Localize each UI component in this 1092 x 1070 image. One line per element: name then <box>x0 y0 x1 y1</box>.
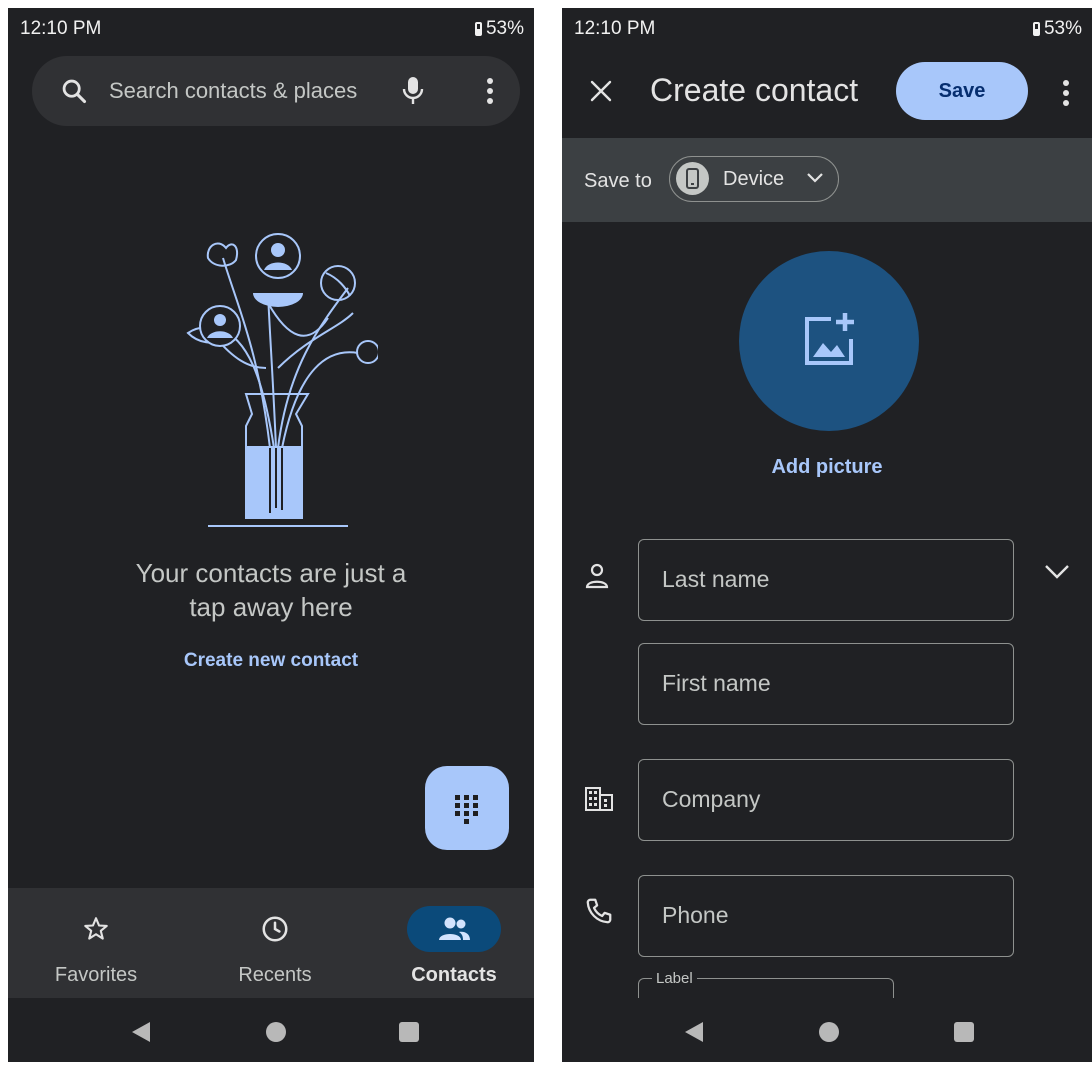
add-picture-label[interactable]: Add picture <box>562 456 1092 479</box>
more-vert-icon[interactable] <box>486 78 494 104</box>
more-vert-icon[interactable] <box>1062 80 1070 106</box>
search-bar[interactable]: Search contacts & places <box>32 56 520 126</box>
people-icon <box>439 917 470 940</box>
company-field[interactable]: Company <box>638 759 1014 841</box>
business-icon <box>585 787 613 811</box>
favorites-icon-container <box>49 906 143 952</box>
account-name: Device <box>723 168 785 190</box>
nav-label-favorites: Favorites <box>54 964 138 986</box>
search-icon[interactable] <box>60 77 88 105</box>
save-button[interactable]: Save <box>896 62 1028 120</box>
battery-percent: 53% <box>1043 18 1082 39</box>
battery-indicator: 53% <box>474 18 524 40</box>
account-selector[interactable]: Device <box>669 156 839 202</box>
battery-percent: 53% <box>485 18 524 39</box>
chevron-down-icon <box>807 173 823 183</box>
system-navigation <box>562 998 1092 1062</box>
save-to-bar: Save to Device <box>562 138 1092 222</box>
create-contact-screen: 12:10 PM 53% Create contact Save Save to… <box>562 8 1092 1062</box>
save-to-label: Save to <box>584 170 652 192</box>
person-icon <box>585 563 609 589</box>
recents-icon-container <box>228 906 322 952</box>
phone-field[interactable]: Phone <box>638 875 1014 957</box>
nav-contacts[interactable]: Contacts <box>369 888 534 998</box>
status-time: 12:10 PM <box>574 18 656 39</box>
first-name-field[interactable]: First name <box>638 643 1014 725</box>
system-navigation <box>8 998 534 1062</box>
nav-recents[interactable]: Recents <box>190 888 360 998</box>
chevron-down-icon[interactable] <box>1044 564 1070 580</box>
dialpad-fab[interactable] <box>425 766 509 850</box>
add-photo-button[interactable] <box>739 251 919 431</box>
battery-icon <box>1032 22 1040 36</box>
back-icon[interactable] <box>683 1020 705 1044</box>
empty-state-illustration <box>186 233 378 527</box>
mic-icon[interactable] <box>402 76 424 106</box>
star-icon <box>84 917 108 940</box>
contacts-icon-container <box>407 906 501 952</box>
phone-label-caption: Label <box>652 970 697 987</box>
phone-icon <box>586 898 612 924</box>
last-name-placeholder: Last name <box>662 566 770 592</box>
search-input[interactable]: Search contacts & places <box>109 78 357 104</box>
nav-label-recents: Recents <box>238 964 312 986</box>
add-photo-icon <box>805 313 854 365</box>
back-icon[interactable] <box>130 1020 152 1044</box>
nav-favorites[interactable]: Favorites <box>11 888 181 998</box>
create-new-contact-link[interactable]: Create new contact <box>8 650 534 672</box>
first-name-placeholder: First name <box>662 670 771 696</box>
bottom-navigation: Favorites Recents Contacts <box>8 888 534 998</box>
empty-state-line-1: Your contacts are just a <box>135 558 407 588</box>
overview-icon[interactable] <box>399 1022 419 1042</box>
status-bar: 12:10 PM 53% <box>8 8 534 48</box>
phone-placeholder: Phone <box>662 902 729 928</box>
clock-icon <box>262 916 288 942</box>
status-bar: 12:10 PM 53% <box>562 8 1092 48</box>
battery-icon <box>474 22 482 36</box>
close-icon[interactable] <box>590 80 612 102</box>
page-title: Create contact <box>650 72 859 108</box>
company-placeholder: Company <box>662 786 761 812</box>
status-time: 12:10 PM <box>20 18 102 39</box>
last-name-field[interactable]: Last name <box>638 539 1014 621</box>
overview-icon[interactable] <box>954 1022 974 1042</box>
home-icon[interactable] <box>819 1022 839 1042</box>
home-icon[interactable] <box>266 1022 286 1042</box>
dialpad-icon <box>455 795 478 824</box>
contacts-screen: 12:10 PM 53% Search contacts & places Yo… <box>8 8 534 1062</box>
battery-indicator: 53% <box>1032 18 1082 40</box>
nav-label-contacts: Contacts <box>411 964 497 986</box>
phone-device-icon <box>676 162 709 195</box>
empty-state-line-2: tap away here <box>189 592 353 622</box>
empty-state-message: Your contacts are just a tap away here <box>8 556 534 624</box>
app-bar: Create contact Save <box>562 48 1092 138</box>
